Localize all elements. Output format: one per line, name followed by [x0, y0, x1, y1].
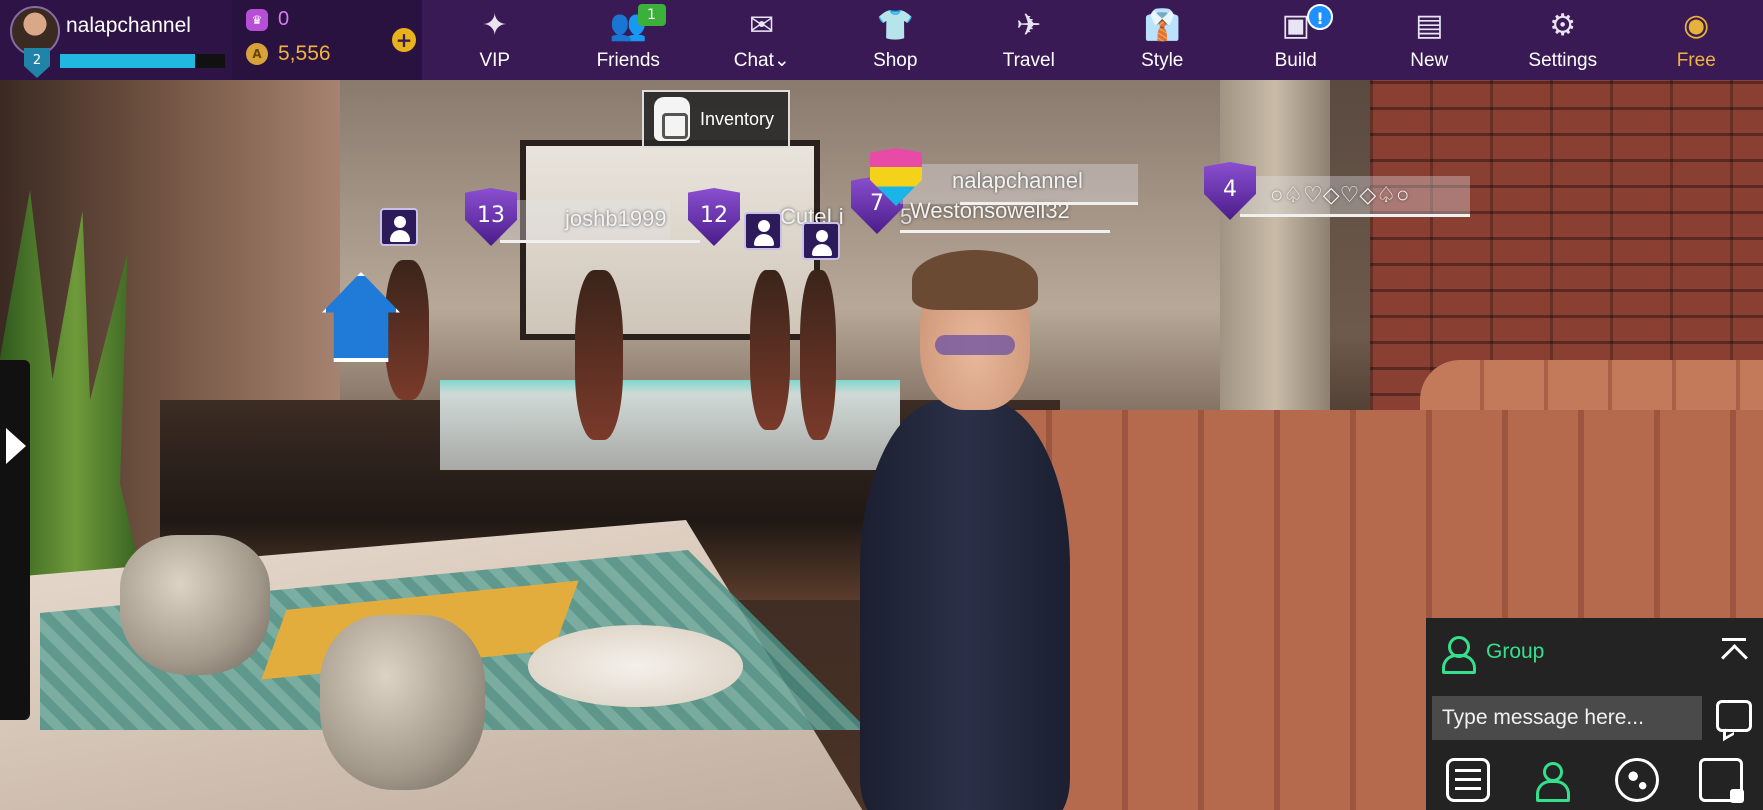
- nav-chat[interactable]: ✉ Chat⌄: [695, 0, 829, 80]
- level-badge: 2: [24, 48, 50, 78]
- nav-shop-label: Shop: [873, 50, 918, 71]
- scene-glass-1: [120, 535, 270, 675]
- person-marker-icon[interactable]: [802, 222, 840, 260]
- airplane-icon: ✈: [1016, 8, 1042, 43]
- chevron-down-icon: ⌄: [773, 50, 790, 71]
- nav-settings-label: Settings: [1528, 50, 1598, 71]
- person-marker-icon[interactable]: [744, 212, 782, 250]
- nametag-underline: [1240, 214, 1470, 217]
- chat-list-icon[interactable]: [1446, 758, 1491, 802]
- add-currency-button[interactable]: +: [392, 28, 416, 52]
- nametag-nalapchannel[interactable]: nalapchannel: [952, 168, 1083, 194]
- collapse-chat-icon[interactable]: [1719, 636, 1749, 666]
- nav-free-label: Free: [1676, 50, 1716, 71]
- main-nav: ✦ VIP 👥 1 Friends ✉ Chat⌄ 👕 Shop ✈ Trave…: [428, 0, 1763, 80]
- nametag-joshb1999[interactable]: joshb1999: [565, 206, 667, 232]
- nav-free[interactable]: ◉ Free: [1630, 0, 1763, 80]
- scene-pillar: [1220, 80, 1330, 410]
- nav-chat-text: Chat: [733, 50, 774, 71]
- username: nalapchannel: [66, 14, 191, 37]
- outfit-icon: 👔: [1143, 8, 1181, 43]
- box-icon: ▣: [1281, 8, 1310, 43]
- coin-balance: A 5,556: [246, 42, 331, 66]
- gear-icon: ⚙: [1549, 8, 1577, 43]
- gold-coins-icon: ◉: [1683, 8, 1710, 43]
- send-message-icon[interactable]: [1716, 700, 1752, 732]
- coin-count: 5,556: [278, 42, 331, 65]
- profile-panel[interactable]: 2 nalapchannel: [0, 0, 232, 80]
- group-chat-icon[interactable]: [1530, 758, 1574, 802]
- nav-vip-label: VIP: [479, 50, 511, 71]
- nav-build-label: Build: [1274, 50, 1317, 71]
- nav-style[interactable]: 👔 Style: [1096, 0, 1230, 80]
- game-screen: 2 nalapchannel ♛ 0 A 5,556 + ✦ VIP 👥 1 F…: [0, 0, 1763, 810]
- avatar-sunglasses: [935, 335, 1015, 355]
- top-bar: 2 nalapchannel ♛ 0 A 5,556 + ✦ VIP 👥 1 F…: [0, 0, 1763, 80]
- scene-plate: [528, 625, 743, 707]
- nametag-underline: [500, 240, 700, 243]
- nav-new[interactable]: ▤ New: [1363, 0, 1497, 80]
- scene-avatar-joshb1999[interactable]: [575, 270, 623, 440]
- nav-style-label: Style: [1141, 50, 1184, 71]
- chat-panel: Group: [1426, 618, 1763, 810]
- person-marker-icon[interactable]: [380, 208, 418, 246]
- shirt-icon: 👕: [876, 8, 914, 43]
- private-chat-icon[interactable]: [1698, 758, 1744, 803]
- xp-bar-fill: [60, 54, 196, 68]
- nav-travel-label: Travel: [1002, 50, 1055, 71]
- globe-icon[interactable]: [1614, 758, 1659, 802]
- nav-build[interactable]: ▣ ! Build: [1229, 0, 1363, 80]
- layout-icon: ▤: [1415, 8, 1444, 43]
- nametag-symbols[interactable]: ○♤♡◇♡◇♤○: [1270, 182, 1409, 208]
- nav-shop[interactable]: 👕 Shop: [829, 0, 963, 80]
- nav-vip[interactable]: ✦ VIP: [428, 0, 562, 80]
- gem-count: 0: [278, 8, 290, 30]
- nav-new-label: New: [1410, 50, 1449, 71]
- chat-channel-label: Group: [1486, 640, 1545, 663]
- nav-chat-label: Chat⌄: [734, 49, 790, 72]
- group-icon: [1436, 632, 1476, 674]
- chat-toolbar: [1426, 750, 1763, 810]
- scene-avatar-nalapchannel[interactable]: [820, 250, 1090, 810]
- coin-icon: A: [246, 43, 268, 65]
- inventory-button[interactable]: Inventory: [642, 90, 790, 148]
- avatar-body: [860, 400, 1070, 810]
- avatar-hair: [912, 250, 1038, 310]
- scene-avatar-sitting[interactable]: [385, 260, 429, 400]
- backpack-icon: [654, 97, 690, 141]
- scene-glass-2: [320, 615, 485, 790]
- friends-notification-badge: 1: [637, 4, 666, 26]
- chat-message-input[interactable]: [1432, 696, 1702, 740]
- scene-avatar-cuteli[interactable]: [750, 270, 790, 430]
- star-icon: ✦: [482, 8, 508, 43]
- gem-balance: ♛ 0: [246, 8, 289, 31]
- build-notification-badge: !: [1307, 4, 1333, 30]
- nav-friends[interactable]: 👥 1 Friends: [562, 0, 696, 80]
- nametag-underline: [960, 202, 1138, 205]
- side-drawer-tab[interactable]: [0, 360, 30, 720]
- chat-channel-header[interactable]: Group: [1426, 618, 1763, 686]
- crown-gem-icon: ♛: [246, 8, 268, 31]
- xp-bar: [60, 54, 225, 68]
- nav-settings[interactable]: ⚙ Settings: [1496, 0, 1630, 80]
- inventory-label: Inventory: [700, 108, 775, 129]
- nametag-underline: [900, 230, 1110, 233]
- nav-friends-label: Friends: [596, 50, 660, 71]
- nav-travel[interactable]: ✈ Travel: [962, 0, 1096, 80]
- envelope-icon: ✉: [749, 8, 775, 43]
